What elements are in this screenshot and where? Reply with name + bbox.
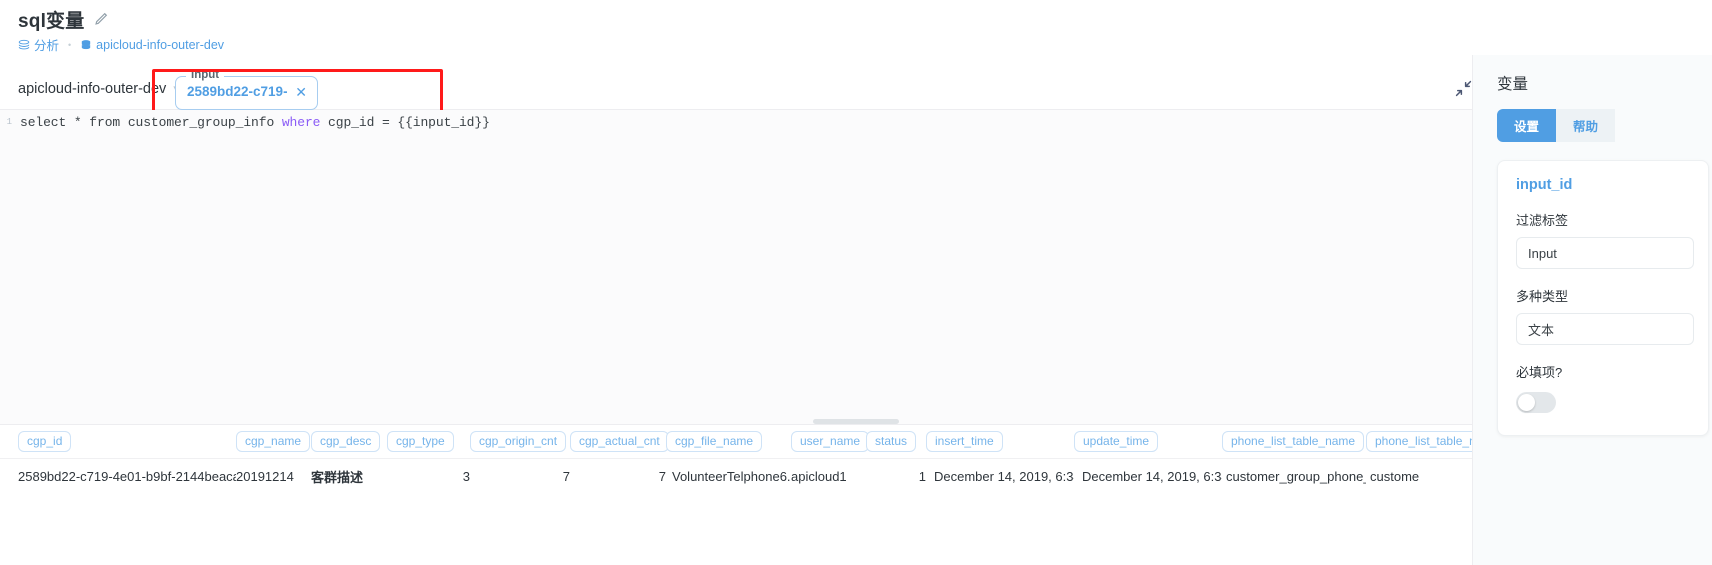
parameter-value[interactable]: 2589bd22-c719-4e01-b9bf-2144beacadca <box>187 84 287 99</box>
cell-update-time: December 14, 2019, 6:34 PM <box>1082 468 1222 484</box>
page-header: sql变量 分析 • apicloud-info-outer-dev <box>0 0 1712 54</box>
toggle-knob <box>1518 394 1535 411</box>
column-header-cgp-file-name[interactable]: cgp_file_name <box>666 431 791 452</box>
results-header-row: cgp_id cgp_name cgp_desc cgp_type cgp_or… <box>0 425 1712 459</box>
column-header-update-time[interactable]: update_time <box>1074 431 1222 452</box>
breadcrumb-item-database[interactable]: apicloud-info-outer-dev <box>80 38 224 52</box>
editor-resize-handle[interactable] <box>813 419 899 424</box>
column-chip[interactable]: cgp_type <box>387 431 454 452</box>
column-header-cgp-origin-cnt[interactable]: cgp_origin_cnt <box>470 431 570 452</box>
sql-segment-1: select * from customer_group_info <box>20 115 282 130</box>
column-header-cgp-actual-cnt[interactable]: cgp_actual_cnt <box>570 431 669 452</box>
table-row[interactable]: 2589bd22-c719-4e01-b9bf-2144beacadca 201… <box>0 459 1712 493</box>
filter-value-input[interactable]: Input <box>1516 237 1694 269</box>
breadcrumb-item-collection[interactable]: 分析 <box>18 35 59 54</box>
variables-sidebar: 变量 设置 帮助 input_id 过滤标签 Input 多种类型 文本 必填项… <box>1472 55 1712 565</box>
breadcrumb-label-collection: 分析 <box>34 39 60 53</box>
column-header-insert-time[interactable]: insert_time <box>926 431 1074 452</box>
variable-settings-card: input_id 过滤标签 Input 多种类型 文本 必填项? <box>1497 160 1709 436</box>
page-title: sql变量 <box>18 10 85 32</box>
database-icon <box>80 39 92 51</box>
column-chip[interactable]: update_time <box>1074 431 1159 452</box>
cell-cgp-origin-cnt: 7 <box>562 468 570 484</box>
cell-user-name: apicloud1 <box>791 468 847 484</box>
cell-phone-list-table-name: customer_group_phone_list_201912 <box>1226 468 1366 484</box>
type-label: 多种类型 <box>1516 289 1569 304</box>
cell-cgp-name: 20191214 <box>236 468 294 484</box>
query-toolbar: apicloud-info-outer-dev ▾ Input 2589bd22… <box>0 68 1712 117</box>
database-selector[interactable]: apicloud-info-outer-dev ▾ <box>18 81 178 97</box>
clear-parameter-icon[interactable]: ✕ <box>295 85 307 99</box>
sql-keyword-where: where <box>281 115 321 130</box>
type-value-select[interactable]: 文本 <box>1516 313 1694 345</box>
cell-status: 1 <box>918 468 926 484</box>
column-chip[interactable]: phone_list_table_name <box>1222 431 1365 452</box>
column-header-cgp-type[interactable]: cgp_type <box>387 431 470 452</box>
sidebar-title: 变量 <box>1497 76 1529 93</box>
filter-label: 过滤标签 <box>1516 213 1569 228</box>
column-header-cgp-name[interactable]: cgp_name <box>236 431 311 452</box>
column-chip[interactable]: insert_time <box>926 431 1003 452</box>
column-chip[interactable]: cgp_id <box>18 431 72 452</box>
cell-insert-time: December 14, 2019, 6:34 PM <box>934 468 1074 484</box>
tab-settings[interactable]: 设置 <box>1497 109 1557 142</box>
column-chip[interactable]: cgp_file_name <box>666 431 763 452</box>
column-chip[interactable]: user_name <box>791 431 870 452</box>
collection-icon <box>18 39 30 51</box>
column-chip[interactable]: cgp_actual_cnt <box>570 431 669 452</box>
column-header-user-name[interactable]: user_name <box>791 431 870 452</box>
parameter-input-widget[interactable]: Input 2589bd22-c719-4e01-b9bf-2144beacad… <box>175 69 318 110</box>
breadcrumb-separator: • <box>68 39 72 50</box>
cell-cgp-file-name: VolunteerTelphone6.csv <box>672 468 791 484</box>
variable-name: input_id <box>1516 177 1573 193</box>
editor-gutter: 1 <box>0 110 12 424</box>
query-builder-page: sql变量 分析 • apicloud-info-outer-dev apicl… <box>0 0 1712 565</box>
column-header-phone-list-table-name-2[interactable]: phone_list_table_name2 <box>1366 431 1515 452</box>
cell-phone-list-table-name-2: custome <box>1370 468 1420 484</box>
breadcrumb: 分析 • apicloud-info-outer-dev <box>18 35 1712 54</box>
parameter-legend: Input <box>186 69 225 81</box>
column-chip[interactable]: cgp_origin_cnt <box>470 431 567 452</box>
pencil-icon[interactable] <box>93 12 108 27</box>
column-header-cgp-id[interactable]: cgp_id <box>18 431 236 452</box>
sidebar-tabs: 设置 帮助 <box>1497 109 1697 142</box>
sql-editor[interactable]: 1 select * from customer_group_info wher… <box>0 110 1712 425</box>
cell-cgp-id: 2589bd22-c719-4e01-b9bf-2144beacadca <box>18 468 236 484</box>
required-label: 必填项? <box>1516 365 1563 380</box>
collapse-editor-icon[interactable] <box>1455 80 1472 102</box>
required-toggle[interactable] <box>1516 392 1556 413</box>
title-row: sql变量 <box>18 6 1712 32</box>
column-header-cgp-desc[interactable]: cgp_desc <box>311 431 387 452</box>
column-header-status[interactable]: status <box>866 431 926 452</box>
column-chip[interactable]: cgp_name <box>236 431 311 452</box>
breadcrumb-label-database: apicloud-info-outer-dev <box>96 37 225 52</box>
cell-cgp-actual-cnt: 7 <box>658 468 666 484</box>
sql-code[interactable]: select * from customer_group_info where … <box>20 115 490 130</box>
line-number: 1 <box>6 117 12 127</box>
column-chip[interactable]: cgp_desc <box>311 431 381 452</box>
column-header-phone-list-table-name[interactable]: phone_list_table_name <box>1222 431 1366 452</box>
cell-cgp-type: 3 <box>462 468 470 484</box>
column-chip[interactable]: status <box>866 431 917 452</box>
database-selector-label: apicloud-info-outer-dev <box>18 80 167 97</box>
query-results: cgp_id cgp_name cgp_desc cgp_type cgp_or… <box>0 425 1712 541</box>
tab-help[interactable]: 帮助 <box>1556 109 1616 142</box>
sql-segment-2: cgp_id = {{input_id}} <box>320 115 490 130</box>
cell-cgp-desc: 客群描述 <box>311 469 364 485</box>
